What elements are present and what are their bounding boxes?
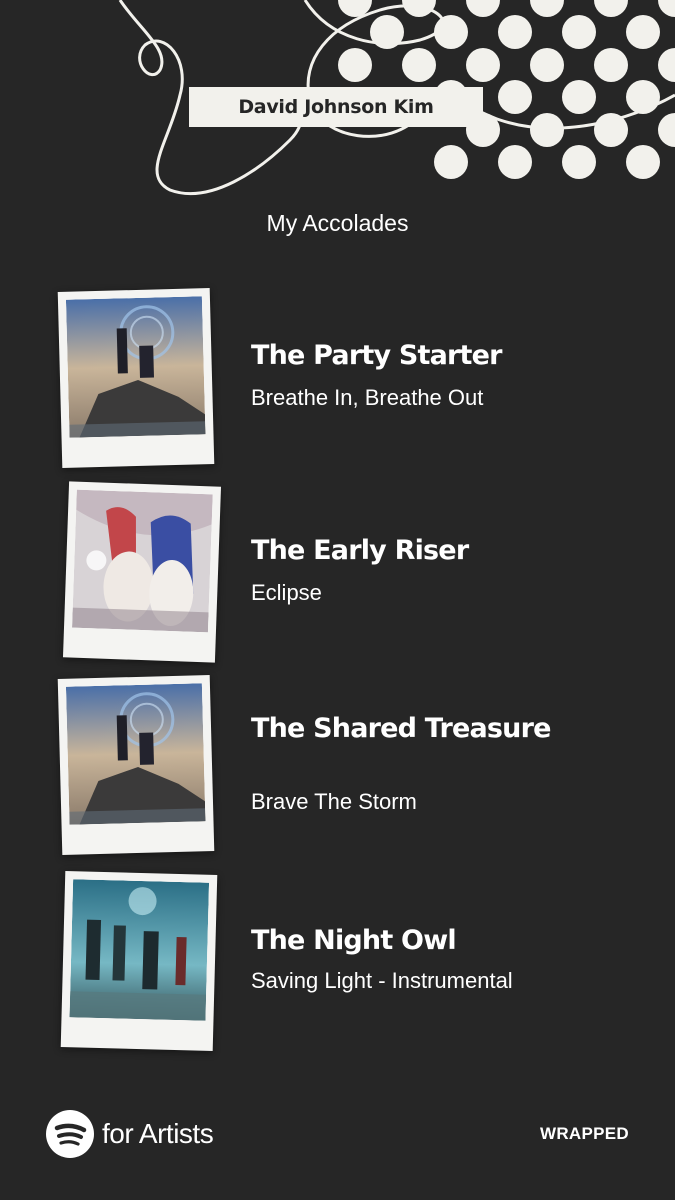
artwork-rock-duo [65, 683, 206, 825]
album-art-polaroid [57, 675, 215, 855]
artwork-rock-duo [65, 296, 206, 438]
artwork-group-walk [69, 879, 210, 1021]
accolade-title: The Party Starter [251, 340, 502, 371]
wrapped-label: WRAPPED [540, 1124, 629, 1143]
spotify-logo-icon [46, 1110, 94, 1158]
accolade-track: Brave The Storm [251, 789, 417, 814]
accolade-list: The Party Starter Breathe In, Breathe Ou… [0, 0, 675, 1200]
spotify-for-artists-logo: for Artists [46, 1110, 214, 1158]
album-art-polaroid [57, 288, 215, 468]
album-art-polaroid [60, 871, 218, 1051]
accolade-title: The Night Owl [251, 925, 457, 956]
accolade-track: Eclipse [251, 580, 322, 605]
accolade-track: Saving Light - Instrumental [251, 968, 513, 993]
accolade-track: Breathe In, Breathe Out [251, 385, 484, 410]
accolade-title: The Early Riser [251, 535, 469, 566]
artwork-two-heroines [72, 489, 213, 633]
album-art-polaroid [62, 481, 222, 663]
brand-label: for Artists [102, 1118, 214, 1149]
accolade-title: The Shared Treasure [251, 713, 551, 744]
